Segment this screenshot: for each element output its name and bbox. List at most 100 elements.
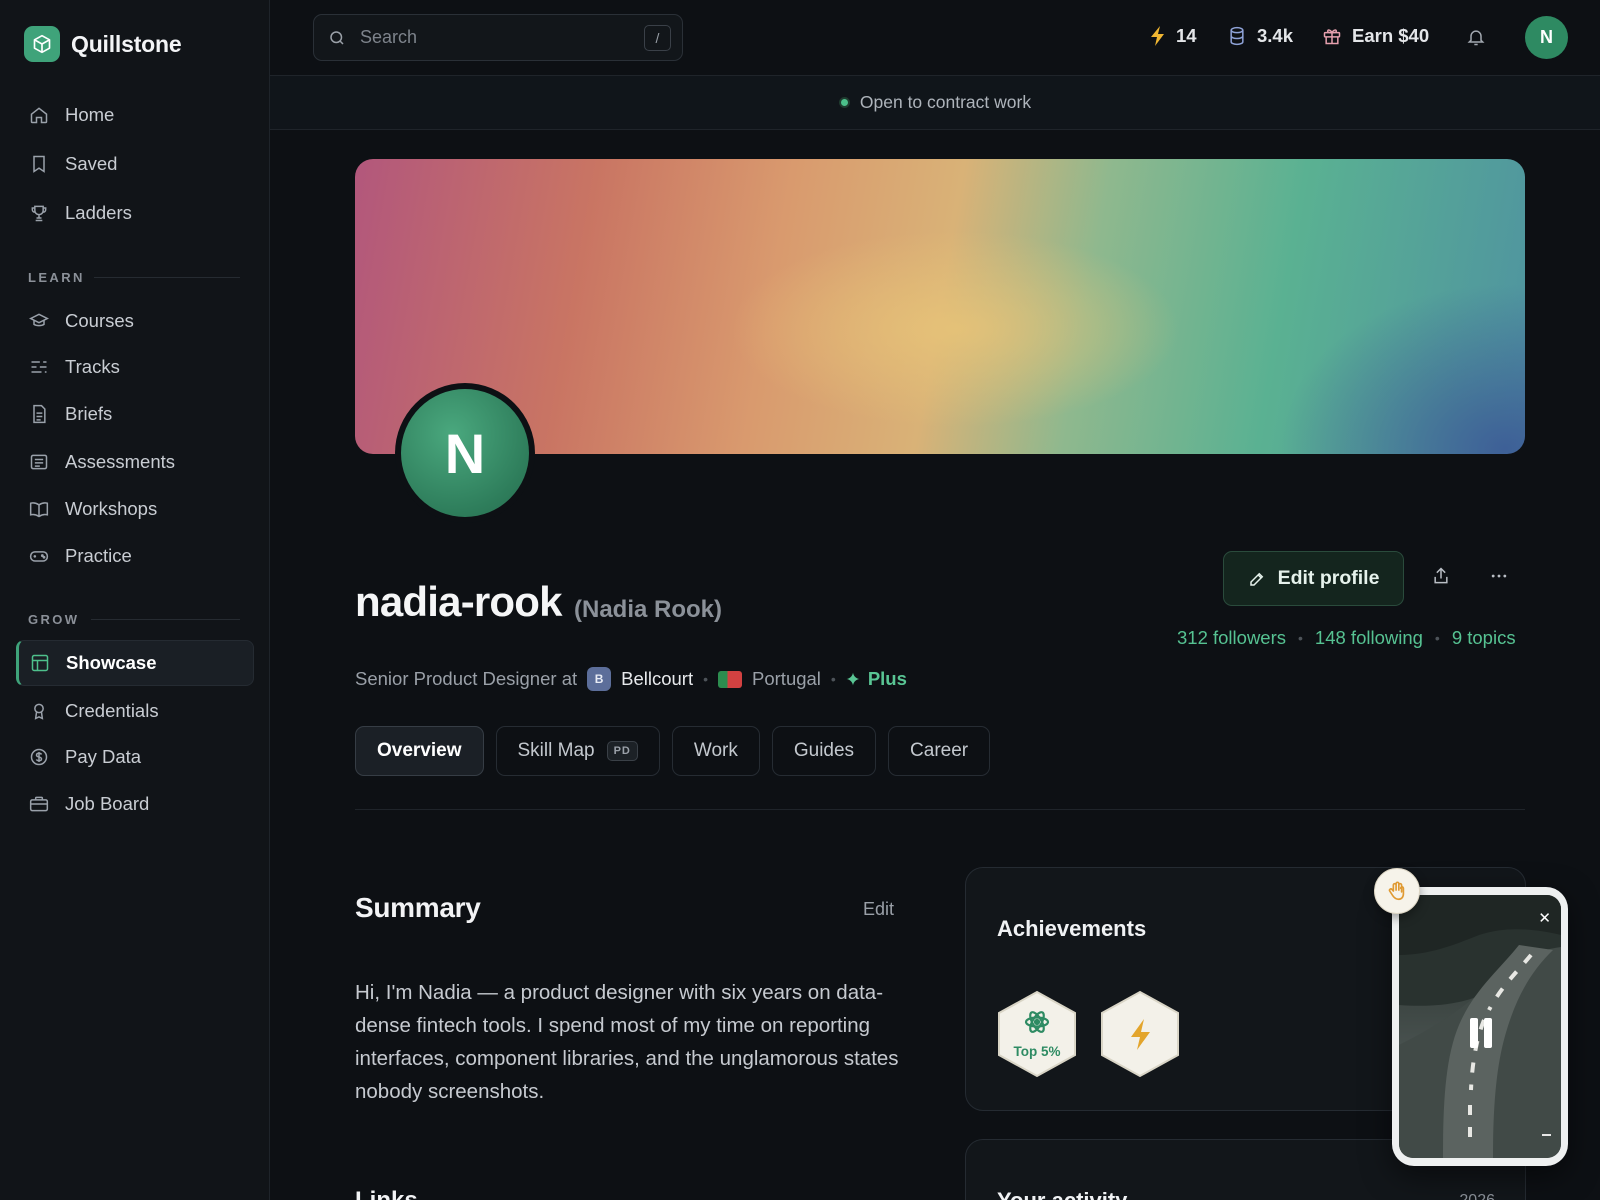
plus-badge[interactable]: Plus <box>846 668 907 690</box>
following-link[interactable]: 148 following <box>1315 627 1423 649</box>
drag-handle-hand-icon[interactable] <box>1374 868 1420 914</box>
sidebar-item-assessments[interactable]: Assessments <box>16 439 254 485</box>
portugal-flag-icon <box>718 670 743 688</box>
pencil-icon <box>1248 570 1266 588</box>
sidebar-item-ladders[interactable]: Ladders <box>16 190 254 236</box>
sidebar-item-label: Tracks <box>65 356 120 377</box>
separator-dot: • <box>1434 630 1440 646</box>
search-shortcut-key: / <box>644 25 671 51</box>
bell-icon[interactable] <box>1466 26 1486 48</box>
sidebar-item-pay-data[interactable]: Pay Data <box>16 734 254 780</box>
achievements-title: Achievements <box>997 916 1147 941</box>
search-icon <box>328 29 346 47</box>
sidebar-item-home[interactable]: Home <box>16 92 254 138</box>
tab-overview[interactable]: Overview <box>355 726 484 776</box>
summary-title: Summary <box>355 892 481 923</box>
tab-skill-map[interactable]: Skill Map PD <box>495 726 660 776</box>
edit-profile-label: Edit profile <box>1277 567 1380 589</box>
sidebar-item-practice[interactable]: Practice <box>16 533 254 579</box>
profile-real-name: (Nadia Rook) <box>574 596 723 623</box>
close-icon[interactable]: ✕ <box>1538 909 1551 927</box>
section-label-grow: GROW <box>28 612 80 627</box>
separator-dot: • <box>703 671 709 687</box>
minimize-icon[interactable] <box>1542 1134 1551 1136</box>
sidebar-item-workshops[interactable]: Workshops <box>16 486 254 532</box>
sidebar-item-tracks[interactable]: Tracks <box>16 344 254 390</box>
coins-counter[interactable]: 3.4k <box>1227 25 1293 47</box>
pause-icon[interactable] <box>1470 1018 1492 1048</box>
brand[interactable]: Quillstone <box>24 26 182 62</box>
user-avatar[interactable]: N <box>1525 16 1568 59</box>
sidebar-item-label: Saved <box>65 153 118 174</box>
trophy-icon <box>29 203 49 223</box>
availability-text: Open to contract work <box>859 92 1032 112</box>
document-icon <box>29 404 49 424</box>
tab-label: Career <box>910 740 969 761</box>
assessment-icon <box>29 452 49 472</box>
video-screen[interactable]: ✕ <box>1399 895 1561 1158</box>
tabs-divider <box>355 809 1525 810</box>
sidebar-item-courses[interactable]: Courses <box>16 298 254 344</box>
tab-label: Guides <box>793 740 855 761</box>
sidebar-item-label: Briefs <box>65 403 113 424</box>
sidebar-item-saved[interactable]: Saved <box>16 141 254 187</box>
separator-dot: • <box>830 671 836 687</box>
streak-value: 14 <box>1176 25 1197 46</box>
gamepad-icon <box>29 546 49 566</box>
streak-counter[interactable]: 14 <box>1150 25 1197 47</box>
summary-edit-link[interactable]: Edit <box>863 899 894 920</box>
profile-avatar[interactable]: N <box>395 383 535 523</box>
tab-label: Work <box>693 740 738 761</box>
sidebar-item-label: Workshops <box>65 498 158 519</box>
lightning-icon <box>1150 26 1166 46</box>
section-divider <box>94 277 240 278</box>
earn-label: Earn $40 <box>1352 25 1430 46</box>
activity-year: 2026 <box>1459 1192 1495 1200</box>
sidebar-item-showcase[interactable]: Showcase <box>16 640 254 686</box>
sidebar: Quillstone Home Saved Ladders LEARN Cour… <box>0 0 270 1200</box>
sidebar-item-job-board[interactable]: Job Board <box>16 781 254 827</box>
earn-referral-button[interactable]: Earn $40 <box>1322 25 1429 47</box>
profile-location: Portugal <box>752 668 821 689</box>
plus-label: Plus <box>867 668 907 689</box>
achievement-badge-lightning[interactable] <box>1100 990 1180 1078</box>
sidebar-item-credentials[interactable]: Credentials <box>16 688 254 734</box>
dollar-icon <box>29 747 49 767</box>
more-options-icon[interactable] <box>1489 566 1509 586</box>
achievement-badge-top5[interactable] <box>997 990 1077 1078</box>
graduation-cap-icon <box>29 311 49 331</box>
tab-career[interactable]: Career <box>888 726 991 776</box>
sidebar-item-label: Credentials <box>65 700 159 721</box>
tab-work[interactable]: Work <box>671 726 760 776</box>
status-dot-icon <box>838 97 850 108</box>
sidebar-item-briefs[interactable]: Briefs <box>16 391 254 437</box>
share-icon[interactable] <box>1431 566 1451 586</box>
availability-banner: Open to contract work <box>270 76 1600 130</box>
profile-handle: nadia-rook <box>355 578 563 625</box>
activity-title: Your activity <box>997 1188 1127 1200</box>
company-link[interactable]: Bellcourt <box>621 668 693 690</box>
award-icon <box>29 701 49 721</box>
gift-icon <box>1322 26 1342 46</box>
coins-value: 3.4k <box>1257 25 1294 46</box>
links-title: Links <box>355 1187 418 1200</box>
follow-stats: 312 followers • 148 following • 9 topics <box>1177 627 1516 649</box>
search-input[interactable] <box>360 27 630 48</box>
achievement-badge-label: Top 5% <box>1013 1044 1061 1059</box>
profile-role: Senior Product Designer at <box>355 668 578 689</box>
edit-profile-button[interactable]: Edit profile <box>1223 551 1404 606</box>
section-label-learn: LEARN <box>28 270 85 285</box>
topbar: / 14 3.4k Earn $40 N <box>270 0 1600 76</box>
sidebar-item-label: Home <box>65 104 115 125</box>
profile-meta: Senior Product Designer at B Bellcourt •… <box>355 667 907 691</box>
section-divider <box>91 619 240 620</box>
search-box[interactable]: / <box>313 14 683 61</box>
floating-video-player[interactable]: ✕ <box>1392 887 1568 1166</box>
book-open-icon <box>29 499 49 519</box>
company-logo-icon: B <box>587 667 612 691</box>
profile-tabs: Overview Skill Map PD Work Guides Career <box>355 726 991 776</box>
topics-link[interactable]: 9 topics <box>1452 627 1516 649</box>
followers-link[interactable]: 312 followers <box>1177 627 1286 649</box>
tab-guides[interactable]: Guides <box>771 726 877 776</box>
separator-dot: • <box>1298 630 1303 646</box>
